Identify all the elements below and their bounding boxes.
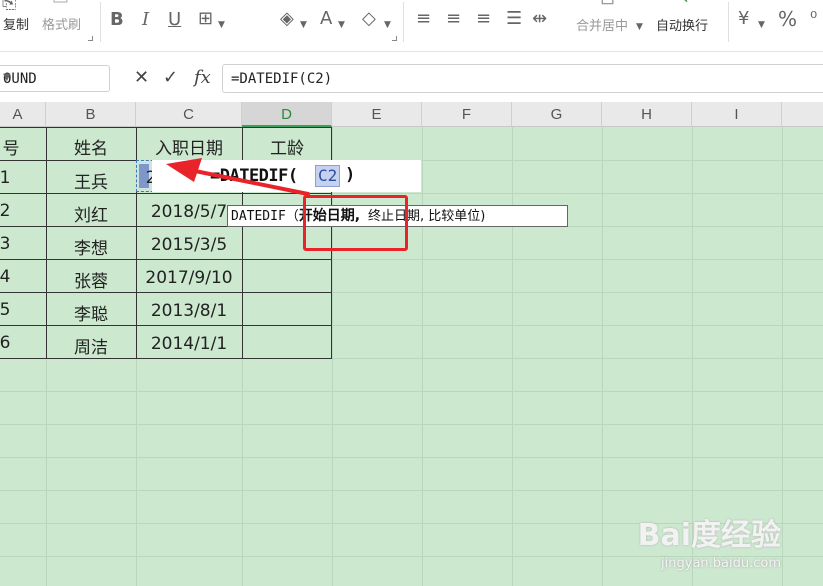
bold-icon[interactable]: B — [110, 11, 124, 29]
column-header-e[interactable]: E — [332, 102, 422, 127]
tooltip-open-paren: （ — [285, 209, 299, 224]
merge-dropdown-icon[interactable]: ▼ — [636, 18, 643, 36]
font-group-corner[interactable] — [392, 36, 397, 41]
font-color-icon[interactable]: A — [320, 10, 332, 28]
comma-icon[interactable]: ⁰ — [810, 10, 817, 28]
divider — [728, 2, 729, 42]
table-cell[interactable]: 刘红 — [46, 201, 136, 226]
merge-center-button[interactable]: 合并居中 — [576, 15, 628, 34]
table-cell[interactable]: 2013/8/1 — [136, 301, 242, 321]
distribute-icon[interactable]: ⇹ — [532, 10, 547, 28]
copy-button[interactable]: 复制 — [3, 14, 29, 33]
gridline — [422, 127, 423, 586]
table-border — [0, 127, 332, 128]
percent-button[interactable]: % — [778, 9, 797, 29]
column-header-b[interactable]: B — [46, 102, 136, 127]
table-cell[interactable]: 5 — [0, 300, 12, 320]
cancel-icon[interactable]: ✕ — [134, 67, 149, 88]
formula-text: =DATEDIF(C2) — [231, 71, 333, 87]
gridline — [0, 490, 823, 491]
table-cell[interactable]: 4 — [0, 267, 12, 287]
watermark-url: jingyan.baidu.com — [661, 556, 781, 571]
gridline — [0, 424, 823, 425]
table-cell[interactable]: 王兵 — [46, 168, 136, 193]
format-painter-icon[interactable]: ▭ — [52, 0, 69, 8]
name-box-dropdown-icon[interactable]: ▼ — [3, 72, 105, 83]
border-icon[interactable]: ⊞ — [198, 10, 213, 28]
align-center-icon[interactable]: ≡ — [446, 10, 461, 28]
gridline — [0, 391, 823, 392]
column-header-g[interactable]: G — [512, 102, 602, 127]
table-border — [0, 358, 332, 359]
watermark: Bai度经验 jingyan.baidu.com — [581, 510, 781, 580]
header-cell-id[interactable]: 号 — [0, 134, 22, 159]
column-header-i[interactable]: I — [692, 102, 782, 127]
table-cell[interactable]: 2 — [0, 201, 12, 221]
tooltip-function-name: DATEDIF — [231, 209, 286, 224]
currency-dropdown-icon[interactable]: ▼ — [758, 16, 765, 34]
copy-icon[interactable]: ⎘ — [2, 0, 16, 12]
table-border — [0, 292, 332, 293]
table-border — [0, 259, 332, 260]
column-header-c[interactable]: C — [136, 102, 242, 127]
currency-icon[interactable]: ¥ — [738, 10, 749, 28]
table-cell[interactable]: 2015/3/5 — [136, 235, 242, 255]
gridline — [0, 457, 823, 458]
table-cell[interactable]: 2014/1/1 — [136, 334, 242, 354]
merge-center-icon[interactable]: ⊟ — [600, 0, 615, 8]
align-left-icon[interactable]: ≡ — [416, 10, 431, 28]
formula-bar: OUND ▼ ✕ ✓ fx =DATEDIF(C2) — [0, 52, 823, 102]
watermark-logo: Bai度经验 — [637, 518, 781, 553]
divider — [100, 2, 101, 42]
clear-format-icon[interactable]: ◇ — [362, 10, 376, 28]
underline-icon[interactable]: U — [168, 11, 181, 29]
table-border — [0, 325, 332, 326]
name-box[interactable]: OUND ▼ — [0, 65, 110, 92]
formula-input[interactable]: =DATEDIF(C2) — [222, 64, 823, 93]
column-header-d[interactable]: D — [242, 102, 332, 127]
annotation-arrow — [166, 158, 310, 196]
insert-function-icon[interactable]: fx — [194, 67, 211, 88]
table-cell[interactable]: 李聪 — [46, 300, 136, 325]
align-right-icon[interactable]: ≡ — [476, 10, 491, 28]
italic-icon[interactable]: I — [142, 11, 149, 29]
column-header-h[interactable]: H — [602, 102, 692, 127]
border-dropdown-icon[interactable]: ▼ — [218, 16, 225, 34]
worksheet[interactable]: A B C D E F G H I 号 姓名 入职日期 工龄 1 王兵 2 2 … — [0, 102, 823, 586]
gridline — [782, 127, 783, 586]
table-cell[interactable]: 张蓉 — [46, 267, 136, 292]
table-cell[interactable]: 周洁 — [46, 333, 136, 358]
table-cell[interactable]: 1 — [0, 168, 12, 188]
column-header-a[interactable]: A — [0, 102, 46, 127]
table-cell[interactable]: 2017/9/10 — [136, 268, 242, 288]
justify-icon[interactable]: ☰ — [506, 10, 522, 28]
wrap-text-icon[interactable]: ↵ — [682, 0, 697, 8]
confirm-icon[interactable]: ✓ — [163, 67, 178, 88]
fill-dropdown-icon[interactable]: ▼ — [300, 16, 307, 34]
header-cell-name[interactable]: 姓名 — [46, 134, 136, 159]
ribbon-toolbar: ⎘ 复制 ▭ 格式刷 B I U ⊞ ▼ ◈ ▼ A ▼ ◇ ▼ ≡ ≡ ≡ ☰… — [0, 0, 823, 52]
clear-dropdown-icon[interactable]: ▼ — [384, 16, 391, 34]
table-cell[interactable]: 3 — [0, 234, 12, 254]
wrap-text-button[interactable]: 自动换行 — [656, 15, 708, 34]
clipboard-group-corner[interactable] — [88, 36, 93, 41]
column-header-j[interactable] — [782, 102, 823, 127]
divider — [403, 2, 404, 42]
table-cell[interactable]: 李想 — [46, 234, 136, 259]
column-header-f[interactable]: F — [422, 102, 512, 127]
fill-color-icon[interactable]: ◈ — [280, 10, 294, 28]
font-color-dropdown-icon[interactable]: ▼ — [338, 16, 345, 34]
table-cell[interactable]: 6 — [0, 333, 12, 353]
gridline — [512, 127, 513, 586]
format-painter-button[interactable]: 格式刷 — [42, 14, 81, 33]
editor-close-paren: ) — [345, 165, 356, 185]
